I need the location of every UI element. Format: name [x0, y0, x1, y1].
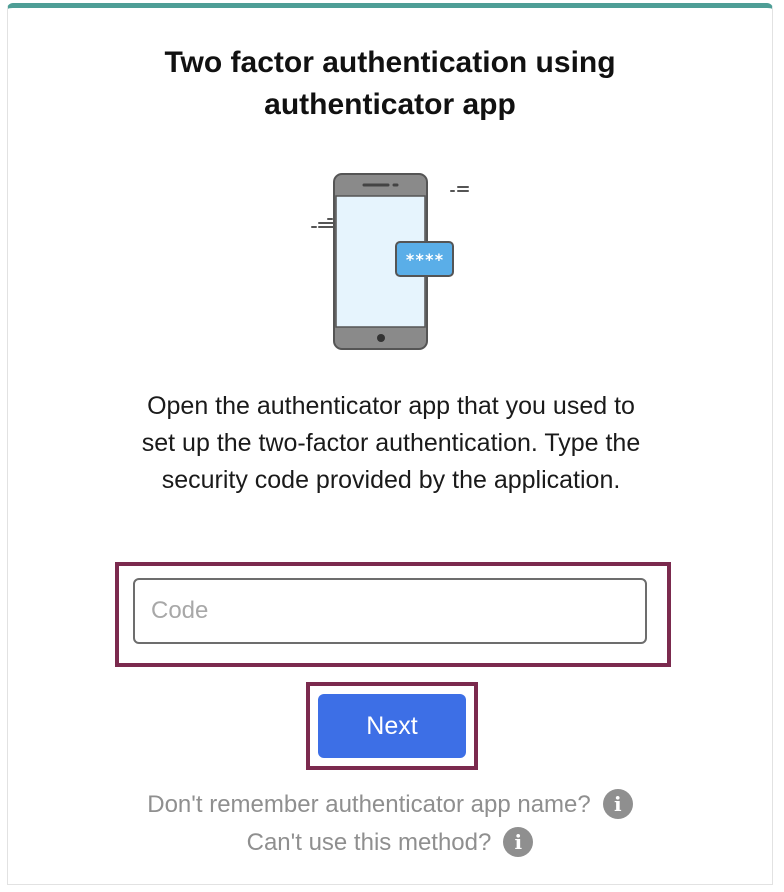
forgot-app-name-link[interactable]: Don't remember authenticator app name? i [8, 788, 772, 822]
code-bubble-text: **** [405, 250, 444, 269]
forgot-app-name-label: Don't remember authenticator app name? [147, 791, 591, 818]
instructions-line-1: Open the authenticator app that you used… [147, 392, 635, 420]
title-line-2: authenticator app [264, 88, 516, 121]
two-factor-card: Two factor authentication using authenti… [7, 3, 773, 885]
dash-decoration-right-icon [450, 186, 469, 192]
next-button[interactable]: Next [318, 694, 466, 758]
phone-with-code-illustration-icon: **** [308, 168, 488, 358]
instructions-line-2: set up the two-factor authentication. Ty… [141, 429, 641, 457]
instructions-line-3: security code provided by the applicatio… [161, 466, 621, 494]
code-input[interactable] [133, 578, 647, 644]
info-icon[interactable]: i [602, 788, 633, 819]
next-button-highlight-frame: Next [306, 682, 478, 770]
page-title: Two factor authentication using authenti… [8, 42, 772, 126]
dash-decoration-left-icon [311, 218, 337, 228]
code-input-highlight-frame [115, 562, 671, 667]
info-icon[interactable]: i [503, 826, 534, 857]
cant-use-method-link[interactable]: Can't use this method? i [8, 826, 772, 860]
cant-use-method-label: Can't use this method? [246, 829, 492, 856]
instructions-text: Open the authenticator app that you used… [48, 388, 734, 499]
title-line-1: Two factor authentication using [164, 46, 616, 79]
